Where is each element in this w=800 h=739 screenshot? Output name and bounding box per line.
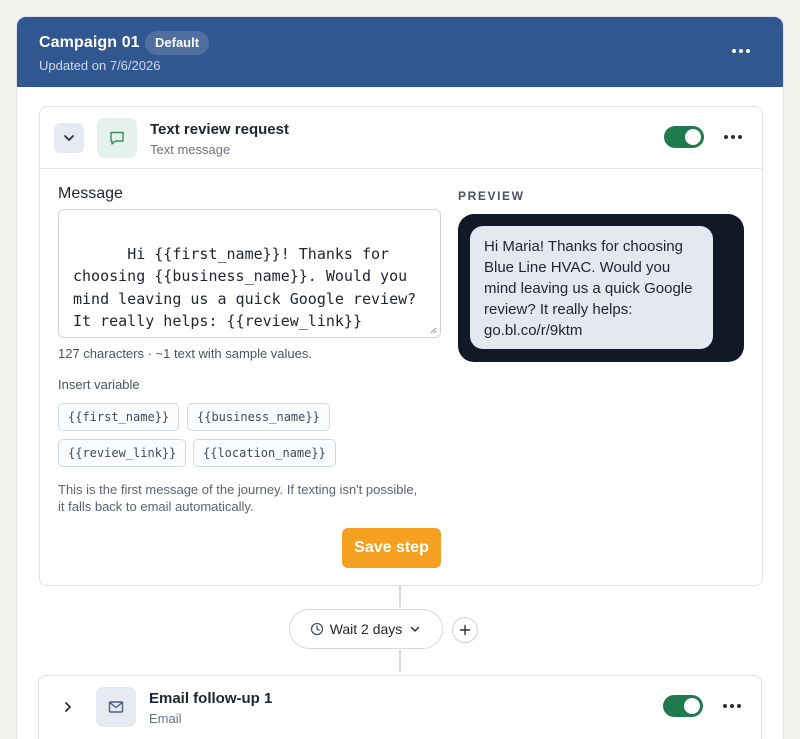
variable-chip-business-name[interactable]: {{business_name}} <box>187 403 330 431</box>
wait-dropdown[interactable]: Wait 2 days <box>289 609 443 649</box>
add-step-plus-icon[interactable] <box>452 617 478 643</box>
step-card-text-review: Text review request Text message Message… <box>39 106 763 586</box>
character-count: 127 characters · ~1 text with sample val… <box>58 346 312 361</box>
clock-icon <box>310 622 323 636</box>
resize-handle-icon[interactable] <box>429 326 437 334</box>
message-text: Hi {{first_name}}! Thanks for choosing {… <box>73 244 426 331</box>
step-more-icon[interactable] <box>722 126 744 148</box>
step-type: Text message <box>150 142 231 157</box>
step-header: Text review request Text message <box>40 107 762 169</box>
step-card-email-followup: Email follow-up 1 Email <box>38 675 762 739</box>
step-enabled-toggle[interactable] <box>664 126 704 148</box>
step-title: Text review request <box>150 121 289 138</box>
variable-chip-location-name[interactable]: {{location_name}} <box>193 439 336 467</box>
message-icon <box>97 118 137 158</box>
step-header: Email follow-up 1 Email <box>39 676 761 738</box>
connector-line <box>399 586 401 607</box>
chevron-down-icon <box>411 626 420 632</box>
variable-chip-review-link[interactable]: {{review_link}} <box>58 439 187 467</box>
collapse-chevron-down-icon[interactable] <box>54 123 84 153</box>
step-type: Email <box>149 711 182 726</box>
preview-label: PREVIEW <box>458 189 525 203</box>
campaign-more-icon[interactable] <box>729 39 753 63</box>
campaign-updated: Updated on 7/6/2026 <box>39 58 161 73</box>
step-more-icon[interactable] <box>721 695 743 717</box>
step-enabled-toggle[interactable] <box>663 695 703 717</box>
campaign-title: Campaign 01 <box>39 34 140 51</box>
phone-preview: Hi Maria! Thanks for choosing Blue Line … <box>458 214 744 362</box>
variable-chip-first-name[interactable]: {{first_name}} <box>58 403 180 431</box>
mail-icon <box>96 687 136 727</box>
default-badge: Default <box>145 31 210 55</box>
expand-chevron-right-icon[interactable] <box>53 692 83 722</box>
message-textarea[interactable]: Hi {{first_name}}! Thanks for choosing {… <box>58 209 441 338</box>
step-title: Email follow-up 1 <box>149 690 273 707</box>
campaign-header: Campaign 01 Default Updated on 7/6/2026 <box>17 17 783 87</box>
message-label: Message <box>58 185 123 202</box>
fallback-note: This is the first message of the journey… <box>58 482 418 514</box>
connector-line <box>399 650 401 672</box>
save-step-button[interactable]: Save step <box>342 528 441 568</box>
insert-variable-label: Insert variable <box>58 377 140 392</box>
wait-label: Wait 2 days <box>329 621 403 637</box>
preview-bubble: Hi Maria! Thanks for choosing Blue Line … <box>470 226 713 349</box>
